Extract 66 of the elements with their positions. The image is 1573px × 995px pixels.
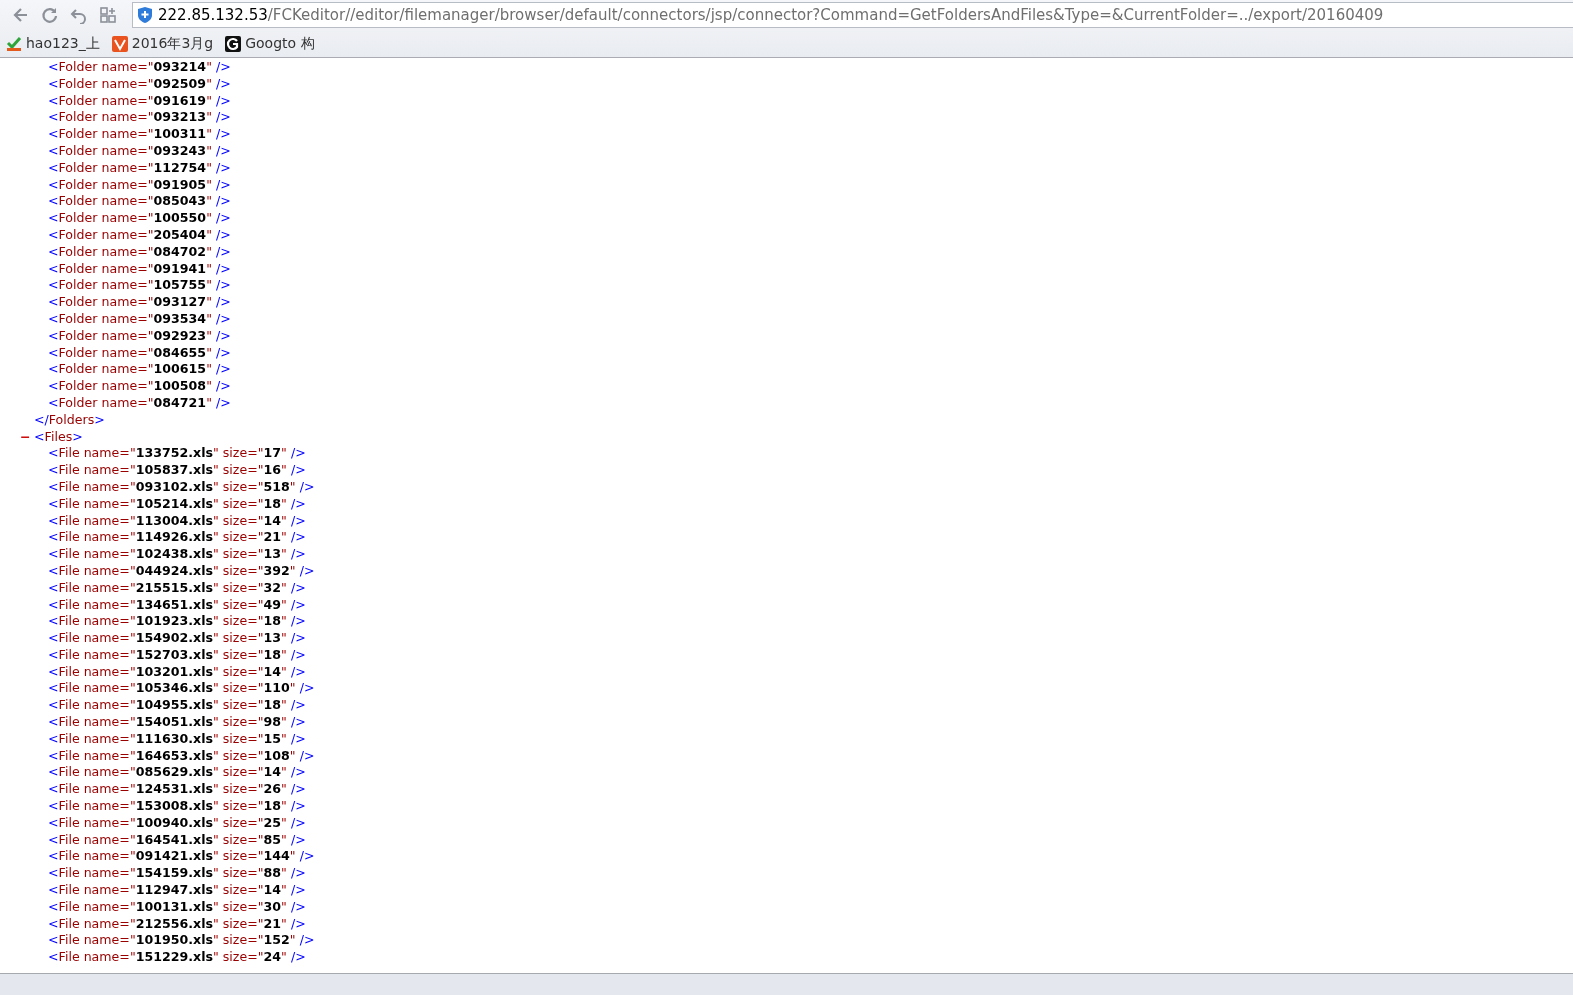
xml-line: <Folder name="093213" /> bbox=[48, 109, 231, 127]
xml-line: <Folder name="084702" /> bbox=[48, 243, 231, 261]
xml-line: <File name="215515.xls" size="32" /> bbox=[48, 579, 306, 597]
xml-line: <File name="093102.xls" size="518" /> bbox=[48, 478, 315, 496]
xml-line: <File name="124531.xls" size="26" /> bbox=[48, 781, 306, 799]
xml-line: <File name="212556.xls" size="21" /> bbox=[48, 915, 306, 933]
xml-line: <File name="113004.xls" size="14" /> bbox=[48, 512, 306, 530]
xml-line: <File name="101950.xls" size="152" /> bbox=[48, 932, 315, 950]
xml-line: <File name="164653.xls" size="108" /> bbox=[48, 747, 315, 765]
xml-line: <Folder name="091905" /> bbox=[48, 176, 231, 194]
xml-line: <Folder name="091619" /> bbox=[48, 92, 231, 110]
bookmark-link[interactable]: 2016年3月g bbox=[111, 34, 214, 53]
collapse-toggle[interactable]: − bbox=[20, 428, 34, 446]
xml-line: <File name="102438.xls" size="13" /> bbox=[48, 546, 306, 563]
xml-line: <File name="103201.xls" size="14" /> bbox=[48, 663, 306, 681]
bookmark-link[interactable]: hao123_上 bbox=[6, 34, 100, 53]
letter-logo-icon bbox=[225, 35, 242, 52]
xml-line: <Folder name="100311" /> bbox=[48, 126, 231, 143]
xml-line: <File name="044924.xls" size="392" /> bbox=[48, 562, 315, 580]
xml-line: <File name="112947.xls" size="14" /> bbox=[48, 882, 306, 899]
xml-line: <File name="111630.xls" size="15" /> bbox=[48, 730, 306, 748]
xml-line: <File name="152703.xls" size="18" /> bbox=[48, 646, 306, 664]
xml-line: </Folders> bbox=[34, 411, 105, 429]
xml-line: <File name="154051.xls" size="98" /> bbox=[48, 714, 306, 731]
back-arrow-icon bbox=[11, 6, 30, 24]
xml-line: <File name="105837.xls" size="16" /> bbox=[48, 462, 306, 479]
xml-line: <File name="114926.xls" size="21" /> bbox=[48, 529, 306, 547]
bookmark-link[interactable]: Googto 构 bbox=[225, 34, 315, 53]
xml-line: <Folder name="092509" /> bbox=[48, 75, 231, 93]
xml-line: <Folder name="100615" /> bbox=[48, 361, 231, 379]
checkmark-logo-icon bbox=[6, 35, 22, 52]
xml-line: <File name="091421.xls" size="144" /> bbox=[48, 848, 315, 866]
reload-icon bbox=[40, 6, 59, 24]
xml-line: <Folder name="093214" /> bbox=[48, 59, 231, 76]
xml-line: <File name="153008.xls" size="18" /> bbox=[48, 798, 306, 815]
xml-line: <Folder name="092923" /> bbox=[48, 327, 231, 345]
xml-line: <Folder name="100508" /> bbox=[48, 378, 231, 395]
xml-line: <Folder name="091941" /> bbox=[48, 260, 231, 278]
xml-line: <File name="164541.xls" size="85" /> bbox=[48, 831, 306, 849]
shield-icon bbox=[138, 7, 152, 23]
grid-icon bbox=[99, 7, 116, 23]
xml-line: <File name="154159.xls" size="88" /> bbox=[48, 865, 306, 883]
xml-line: <File name="101923.xls" size="18" /> bbox=[48, 613, 306, 631]
xml-line: <File name="154902.xls" size="13" /> bbox=[48, 630, 306, 647]
xml-line: <Folder name="085043" /> bbox=[48, 193, 231, 211]
address-field[interactable]: 222.85.132.53/FCKeditor//editor/filemanager/browser/default/connectors/jsp/connector?Command=GetFoldersAndFiles&Type=&CurrentFolder=../export/20160409 bbox=[132, 2, 1573, 28]
xml-line: <File name="134651.xls" size="49" /> bbox=[48, 596, 306, 614]
xml-line: <Folder name="093127" /> bbox=[48, 294, 231, 311]
xml-line: <File name="105214.xls" size="18" /> bbox=[48, 495, 306, 513]
xml-line: <File name="151229.xls" size="24" /> bbox=[48, 949, 306, 967]
xml-line: <File name="100131.xls" size="30" /> bbox=[48, 898, 306, 916]
xml-line: <Folder name="084655" /> bbox=[48, 344, 231, 362]
xml-line: <File name="105346.xls" size="110" /> bbox=[48, 680, 315, 698]
xml-line: <Folder name="105755" /> bbox=[48, 277, 231, 295]
xml-line: <File name="100940.xls" size="25" /> bbox=[48, 814, 306, 832]
xml-line: <Folder name="093534" /> bbox=[48, 310, 231, 328]
xml-line: <Folder name="093243" /> bbox=[48, 143, 231, 160]
xml-line: <Files> bbox=[34, 428, 83, 446]
xml-line: <File name="085629.xls" size="14" /> bbox=[48, 764, 306, 782]
xml-line: <Folder name="205404" /> bbox=[48, 226, 231, 244]
xml-line: <File name="133752.xls" size="17" /> bbox=[48, 445, 306, 463]
xml-line: <File name="104955.xls" size="18" /> bbox=[48, 697, 306, 715]
xml-line: <Folder name="100550" /> bbox=[48, 210, 231, 227]
xml-line: <Folder name="112754" /> bbox=[48, 159, 231, 177]
xml-line: <Folder name="084721" /> bbox=[48, 394, 231, 412]
undo-arrow-icon bbox=[69, 6, 88, 24]
